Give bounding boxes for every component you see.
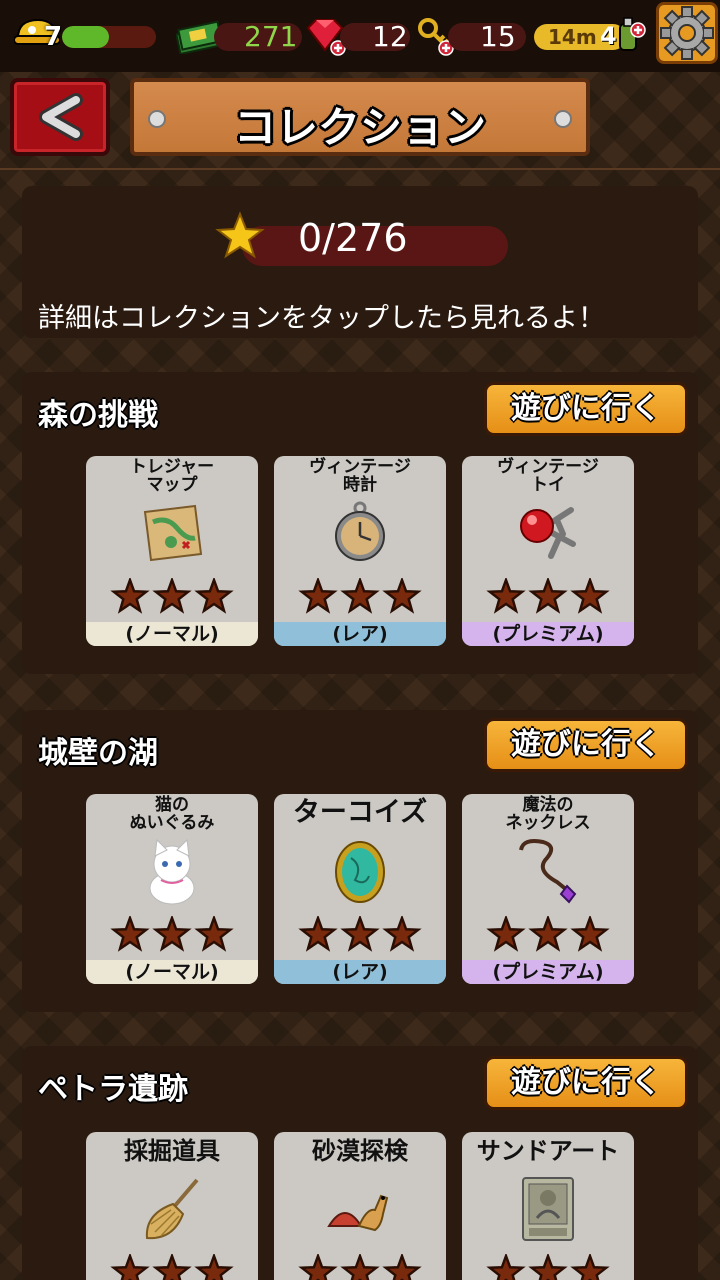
empty-star-icon — [528, 916, 568, 952]
empty-star-icon — [194, 1254, 234, 1280]
empty-star-icon — [340, 578, 380, 614]
stage-section: 城壁の湖 遊びに行く 猫の ぬいぐるみ (ノーマル) ターコイズ (レア) 魔法… — [22, 710, 698, 1012]
collection-card[interactable]: 猫の ぬいぐるみ (ノーマル) — [86, 794, 258, 984]
empty-star-icon — [152, 1254, 192, 1280]
collection-card[interactable]: サンドアート — [462, 1132, 634, 1280]
page-title: コレクション — [233, 103, 486, 152]
empty-star-icon — [486, 578, 526, 614]
hint-text: 詳細はコレクションをタップしたら見れるよ！ — [38, 303, 605, 334]
rating-stars — [298, 916, 422, 952]
empty-star-icon — [340, 1254, 380, 1280]
gems-value: 12 — [372, 20, 408, 53]
empty-star-icon — [152, 578, 192, 614]
drink-add-icon[interactable] — [614, 16, 648, 56]
stage-title: ペトラ遺跡 — [38, 1072, 188, 1107]
item-name: 魔法の ネックレス — [505, 795, 591, 833]
item-name: 採掘道具 — [124, 1137, 220, 1165]
treasure-map-icon — [143, 504, 203, 562]
empty-star-icon — [298, 916, 338, 952]
item-name: 猫の ぬいぐるみ — [129, 795, 215, 833]
rarity-label: (レア) — [274, 622, 446, 646]
collection-card[interactable]: トレジャー マップ (ノーマル) — [86, 456, 258, 646]
empty-star-icon — [194, 916, 234, 952]
empty-star-icon — [340, 916, 380, 952]
rating-stars — [298, 578, 422, 614]
broom-icon — [145, 1178, 199, 1240]
rating-stars — [486, 916, 610, 952]
rarity-label: (ノーマル) — [86, 960, 258, 984]
rarity-label: (レア) — [274, 960, 446, 984]
play-button[interactable]: 遊びに行く — [484, 1056, 688, 1110]
rating-stars — [486, 578, 610, 614]
empty-star-icon — [528, 1254, 568, 1280]
cat-plush-icon — [149, 838, 195, 905]
play-button[interactable]: 遊びに行く — [484, 718, 688, 772]
empty-star-icon — [382, 578, 422, 614]
empty-star-icon — [486, 916, 526, 952]
collection-card[interactable]: 魔法の ネックレス (プレミアム) — [462, 794, 634, 984]
rating-stars — [110, 578, 234, 614]
hp-bar-fill — [62, 26, 109, 48]
back-button[interactable] — [10, 78, 110, 156]
empty-star-icon — [110, 1254, 150, 1280]
sand-art-icon — [522, 1177, 574, 1241]
status-bar: 7 271 12 15 14m 4 — [0, 0, 720, 72]
empty-star-icon — [486, 1254, 526, 1280]
settings-button[interactable] — [656, 2, 718, 64]
play-button[interactable]: 遊びに行く — [484, 382, 688, 436]
empty-star-icon — [110, 578, 150, 614]
hp-bar — [62, 26, 156, 48]
item-name: ヴィンテージ 時計 — [309, 457, 411, 495]
stage-title: 森の挑戦 — [38, 398, 158, 433]
rarity-label: (ノーマル) — [86, 622, 258, 646]
rarity-label: (プレミアム) — [462, 622, 634, 646]
rating-stars — [110, 916, 234, 952]
gear-icon — [660, 6, 714, 60]
back-arrow-icon — [39, 93, 83, 141]
star-icon — [215, 211, 265, 259]
necklace-icon — [519, 839, 577, 904]
item-name: 砂漠探検 — [312, 1137, 408, 1165]
empty-star-icon — [152, 916, 192, 952]
collection-card[interactable]: ヴィンテージ トイ (プレミアム) — [462, 456, 634, 646]
empty-star-icon — [298, 1254, 338, 1280]
collection-card[interactable]: ヴィンテージ 時計 (レア) — [274, 456, 446, 646]
empty-star-icon — [570, 1254, 610, 1280]
collection-card[interactable]: 砂漠探検 — [274, 1132, 446, 1280]
empty-star-icon — [110, 916, 150, 952]
empty-star-icon — [382, 916, 422, 952]
item-name: ターコイズ — [292, 797, 428, 828]
item-name: トレジャー マップ — [129, 457, 215, 495]
empty-star-icon — [528, 578, 568, 614]
collection-card[interactable]: 採掘道具 — [86, 1132, 258, 1280]
collection-progress: 0/276 — [298, 216, 408, 260]
empty-star-icon — [194, 578, 234, 614]
item-name: ヴィンテージ トイ — [497, 457, 599, 495]
rating-stars — [486, 1254, 610, 1280]
empty-star-icon — [298, 578, 338, 614]
rating-stars — [110, 1254, 234, 1280]
title-plank: コレクション — [130, 78, 590, 156]
keys-value: 15 — [480, 20, 516, 53]
collection-card[interactable]: ターコイズ (レア) — [274, 794, 446, 984]
pocket-watch-icon — [335, 501, 385, 561]
empty-star-icon — [570, 916, 610, 952]
vintage-toy-icon — [520, 507, 576, 559]
timer-text: 14m — [548, 25, 597, 49]
rarity-label: (プレミアム) — [462, 960, 634, 984]
turquoise-icon — [335, 841, 385, 903]
stage-section: ペトラ遺跡 遊びに行く 採掘道具 砂漠探検 サンドアート — [22, 1046, 698, 1280]
hp-value: 7 — [44, 22, 63, 52]
empty-star-icon — [570, 578, 610, 614]
camel-icon — [327, 1194, 389, 1232]
item-name: サンドアート — [476, 1137, 620, 1165]
stage-title: 城壁の湖 — [38, 736, 158, 771]
stage-section: 森の挑戦 遊びに行く トレジャー マップ (ノーマル) ヴィンテージ 時計 (レ… — [22, 372, 698, 674]
rating-stars — [298, 1254, 422, 1280]
header-divider — [0, 168, 720, 170]
empty-star-icon — [382, 1254, 422, 1280]
money-value: 271 — [244, 20, 298, 53]
